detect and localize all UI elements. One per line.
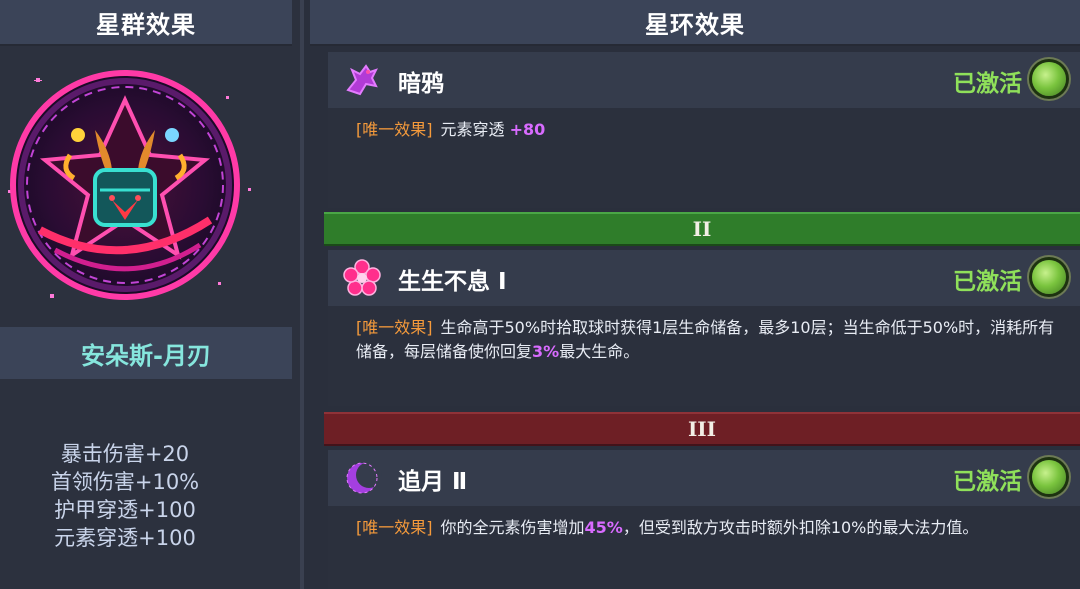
unique-effect-tag: [唯一效果] (356, 518, 433, 537)
entry-header: 暗鸦 已激活 (328, 52, 1080, 108)
desc-text: 最大生命。 (559, 342, 640, 361)
activated-status: 已激活 (953, 469, 1022, 495)
ring-effect-entry[interactable]: 暗鸦 已激活 [唯一效果] 元素穿透 +80 (328, 52, 1080, 208)
constellation-panel-header: 星群效果 (0, 0, 292, 46)
desc-highlight: +80 (509, 120, 546, 139)
desc-highlight: 3% (532, 342, 560, 361)
entry-title: 追月 Ⅱ (398, 469, 468, 495)
desc-highlight: 45% (584, 518, 623, 537)
activated-orb-icon (1032, 260, 1066, 294)
constellation-name: 安朵斯-月刃 (0, 327, 292, 379)
unique-effect-tag: [唯一效果] (356, 318, 433, 337)
desc-text: 你的全元素伤害增加 (440, 518, 585, 537)
stat-line: 护甲穿透+100 (54, 498, 196, 522)
stat-line: 首领伤害+10% (50, 470, 200, 494)
stat-line: 暴击伤害+20 (60, 442, 190, 466)
crescent-moon-icon (342, 458, 382, 498)
constellation-stats: 暴击伤害+20 首领伤害+10% 护甲穿透+100 元素穿透+100 (0, 440, 250, 552)
constellation-emblem (0, 60, 260, 310)
panel-divider (300, 0, 304, 589)
tier-divider-3: III (324, 412, 1080, 446)
stat-line: 元素穿透+100 (54, 526, 196, 550)
activated-orb-icon (1032, 62, 1066, 96)
ring-effect-entry[interactable]: 追月 Ⅱ 已激活 [唯一效果] 你的全元素伤害增加45%，但受到敌方攻击时额外扣除… (328, 450, 1080, 589)
entry-title: 生生不息 Ⅰ (398, 269, 507, 295)
entry-header: 追月 Ⅱ 已激活 (328, 450, 1080, 506)
flower-icon (342, 258, 382, 298)
activated-orb-icon (1032, 460, 1066, 494)
activated-status: 已激活 (953, 71, 1022, 97)
desc-text: 元素穿透 (440, 120, 505, 139)
crow-icon (342, 60, 382, 100)
entry-title: 暗鸦 (398, 71, 444, 97)
constellation-panel: 星群效果 安朵斯-月刃 暴击伤害+20 首领伤害+10% 护甲穿透+100 元素… (0, 0, 300, 589)
entry-description: [唯一效果] 元素穿透 +80 (356, 118, 1062, 142)
desc-text: 生命高于50%时拾取球时获得1层生命储备，最多10层；当生命低于50%时，消耗所… (356, 318, 1055, 361)
entry-description: [唯一效果] 生命高于50%时拾取球时获得1层生命储备，最多10层；当生命低于50… (356, 316, 1062, 364)
unique-effect-tag: [唯一效果] (356, 120, 433, 139)
entry-header: 生生不息 Ⅰ 已激活 (328, 250, 1080, 306)
star-ring-panel-header: 星环效果 (310, 0, 1080, 46)
desc-text: ，但受到敌方攻击时额外扣除10%的最大法力值。 (622, 518, 979, 537)
tier-divider-2: II (324, 212, 1080, 246)
entry-description: [唯一效果] 你的全元素伤害增加45%，但受到敌方攻击时额外扣除10%的最大法力值… (356, 516, 1062, 540)
star-ring-panel: 星环效果 暗鸦 已激活 [唯一效果] 元素穿透 +80 II 生生不息 Ⅰ 已激… (310, 0, 1080, 589)
ring-effect-entry[interactable]: 生生不息 Ⅰ 已激活 [唯一效果] 生命高于50%时拾取球时获得1层生命储备，最多… (328, 250, 1080, 406)
activated-status: 已激活 (953, 269, 1022, 295)
